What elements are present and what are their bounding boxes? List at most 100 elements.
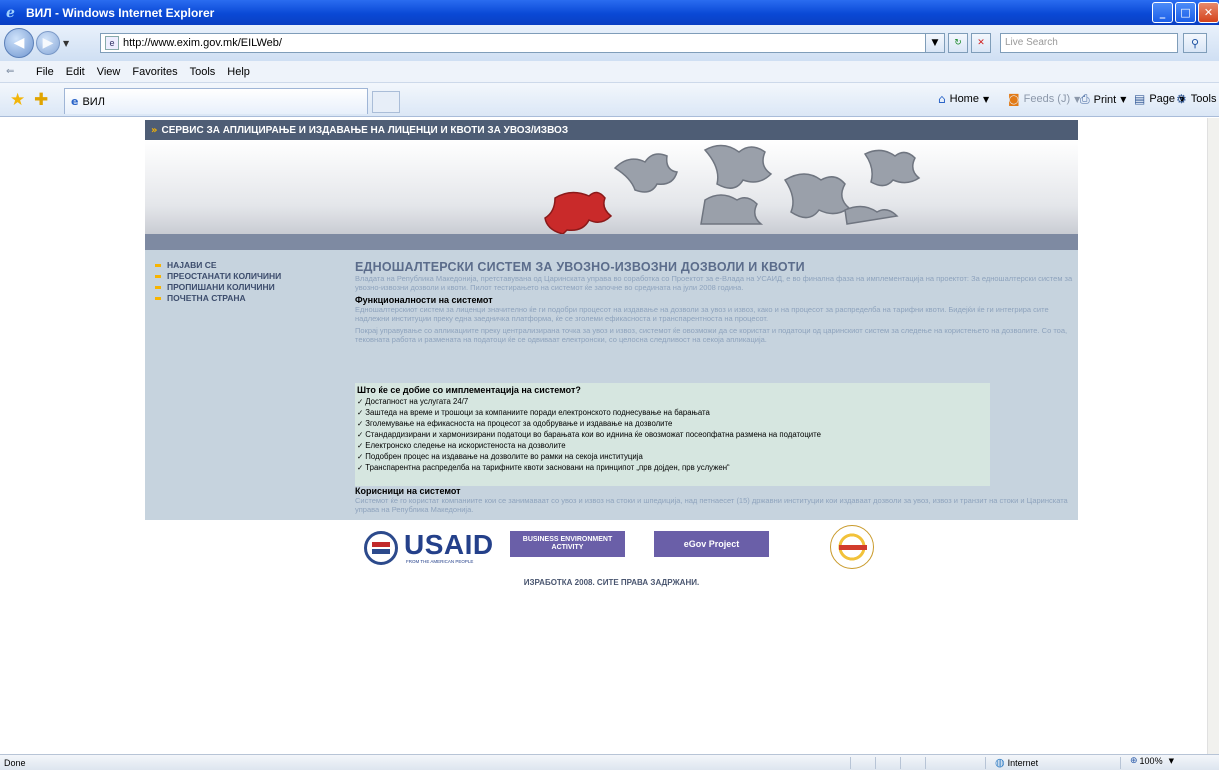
menu-edit[interactable]: Edit bbox=[66, 66, 85, 78]
stop-icon[interactable]: ✕ bbox=[971, 33, 991, 53]
usaid-seal-logo[interactable] bbox=[364, 531, 398, 565]
status-divider bbox=[850, 757, 851, 769]
refresh-icon[interactable]: ↻ bbox=[948, 33, 968, 53]
new-tab-button[interactable] bbox=[372, 91, 400, 113]
bea-logo[interactable]: BUSINESS ENVIRONMENT ACTIVITY bbox=[510, 531, 625, 557]
users-section: Корисници на системот Системот ќе го кор… bbox=[355, 486, 1075, 514]
zoom-level: 100% bbox=[1139, 756, 1163, 766]
nav-item-remaining-quantities[interactable]: ПРЕОСТАНАТИ КОЛИЧИНИ bbox=[155, 271, 335, 281]
chevron-down-icon[interactable]: ▼ bbox=[1120, 95, 1126, 104]
functionality-paragraph-1: Еднoшалтерскиот систем за лиценци значит… bbox=[355, 305, 1049, 323]
menu-tools[interactable]: Tools bbox=[190, 66, 216, 78]
benefit-text: Електронско следење на искористеноста на… bbox=[365, 441, 566, 450]
tab-label: ВИЛ bbox=[82, 95, 105, 108]
search-icon[interactable]: ⚲ bbox=[1183, 33, 1207, 53]
address-field[interactable]: e http://www.exim.gov.mk/EILWeb/ bbox=[100, 33, 940, 53]
nav-item-label[interactable]: НАЈАВИ СЕ bbox=[167, 260, 217, 270]
status-bar: Done ◍ Internet ⊕ 100% ▼ bbox=[0, 754, 1219, 770]
users-paragraph: Системот ќе го користат компаниите кои с… bbox=[355, 496, 1068, 514]
home-button[interactable]: ⌂ Home ▼ bbox=[938, 92, 989, 106]
vertical-scrollbar[interactable] bbox=[1207, 118, 1219, 754]
maximize-button[interactable]: □ bbox=[1175, 2, 1196, 23]
menu-help[interactable]: Help bbox=[227, 66, 250, 78]
address-url[interactable]: http://www.exim.gov.mk/EILWeb/ bbox=[123, 37, 282, 49]
checkmark-icon: ✓ bbox=[357, 463, 364, 472]
benefit-text: Заштеда на време и трошоци за компаниите… bbox=[365, 408, 710, 417]
list-item: ✓ Електронско следење на искористеноста н… bbox=[355, 440, 990, 451]
benefit-text: Зголемување на ефикасноста на процесот з… bbox=[365, 419, 673, 428]
address-dropdown-icon[interactable]: ▼ bbox=[925, 33, 945, 53]
list-item: ✓ Стандардизирани и хармонизирани податоц… bbox=[355, 429, 990, 440]
double-arrow-icon: » bbox=[151, 124, 158, 136]
usaid-tagline: FROM THE AMERICAN PEOPLE bbox=[406, 559, 474, 564]
minimize-button[interactable]: _ bbox=[1152, 2, 1173, 23]
menu-bar: ⇐ File Edit View Favorites Tools Help bbox=[0, 61, 1219, 83]
nav-item-label[interactable]: ПОЧЕТНА СТРАНА bbox=[167, 293, 246, 303]
benefit-text: Стандардизирани и хармонизирани податоци… bbox=[365, 430, 821, 439]
site-container: » СЕРВИС ЗА АПЛИЦИРАЊЕ И ИЗДАВАЊЕ НА ЛИЦ… bbox=[145, 120, 1078, 600]
tab-vil[interactable]: e ВИЛ bbox=[64, 88, 368, 114]
page-tab-icon: e bbox=[71, 95, 79, 108]
status-divider bbox=[900, 757, 901, 769]
zoom-control[interactable]: ⊕ 100% ▼ bbox=[1130, 756, 1174, 766]
print-label: Print bbox=[1093, 93, 1117, 106]
functionality-heading: Функционалности на системот bbox=[355, 295, 493, 305]
home-label: Home bbox=[949, 93, 979, 105]
chevron-down-icon[interactable]: ▼ bbox=[983, 95, 989, 104]
menu-favorites[interactable]: Favorites bbox=[132, 66, 177, 78]
egov-logo[interactable]: eGov Project bbox=[654, 531, 769, 557]
home-icon: ⌂ bbox=[938, 92, 946, 106]
list-item: ✓ Заштеда на време и трошоци за компаниит… bbox=[355, 407, 990, 418]
status-divider bbox=[1120, 757, 1121, 769]
list-item: ✓ Достапност на услугата 24/7 bbox=[355, 396, 990, 407]
nav-item-label[interactable]: ПРЕОСТАНАТИ КОЛИЧИНИ bbox=[167, 271, 281, 281]
intro-paragraph: Владата на Република Македонија, претста… bbox=[355, 274, 1073, 292]
security-zone[interactable]: ◍ Internet bbox=[995, 756, 1038, 769]
back-button[interactable]: ◀ bbox=[4, 28, 34, 58]
site-header: » СЕРВИС ЗА АПЛИЦИРАЊЕ И ИЗДАВАЊЕ НА ЛИЦ… bbox=[145, 120, 1078, 140]
tools-button[interactable]: ⚙ Tools bbox=[1176, 92, 1216, 106]
benefits-box: Што ќе се добие со имплементација на сис… bbox=[355, 383, 990, 486]
window-title: ВИЛ - Windows Internet Explorer bbox=[26, 5, 215, 20]
forward-button[interactable]: ▶ bbox=[36, 31, 60, 55]
print-button[interactable]: ⎙ Print ▼ bbox=[1080, 92, 1126, 107]
benefits-heading: Што ќе се добие со имплементација на сис… bbox=[357, 385, 581, 395]
main-content: ЕДНОШАЛТЕРСКИ СИСТЕМ ЗА УВОЗНО-ИЗВОЗНИ Д… bbox=[355, 260, 1075, 344]
left-navigation: НАЈАВИ СЕ ПРЕОСТАНАТИ КОЛИЧИНИ ПРОПИШАНИ… bbox=[155, 260, 335, 304]
checkmark-icon: ✓ bbox=[357, 419, 364, 428]
nav-item-login[interactable]: НАЈАВИ СЕ bbox=[155, 260, 335, 270]
menu-view[interactable]: View bbox=[97, 66, 121, 78]
internet-explorer-icon: ℯ bbox=[6, 4, 15, 21]
users-heading: Корисници на системот bbox=[355, 486, 461, 496]
feeds-button[interactable]: ◙ Feeds (J) ▼ bbox=[1008, 92, 1080, 106]
search-input[interactable]: Live Search bbox=[1000, 33, 1178, 53]
page-title: ЕДНОШАЛТЕРСКИ СИСТЕМ ЗА УВОЗНО-ИЗВОЗНИ Д… bbox=[355, 260, 805, 274]
menu-file[interactable]: File bbox=[36, 66, 54, 78]
history-dropdown-icon[interactable]: ▼ bbox=[63, 39, 75, 48]
copyright-footer: ИЗРАБОТКА 2008. СИТЕ ПРАВА ЗАДРЖАНИ. bbox=[523, 578, 700, 587]
close-button[interactable]: ✕ bbox=[1198, 2, 1219, 23]
add-favorite-icon[interactable]: ✚ bbox=[34, 90, 48, 110]
feeds-label: Feeds (J) bbox=[1023, 93, 1071, 105]
status-divider bbox=[875, 757, 876, 769]
nav-item-label[interactable]: ПРОПИШАНИ КОЛИЧИНИ bbox=[167, 282, 275, 292]
links-icon: ⇐ bbox=[6, 66, 15, 77]
list-item: ✓ Транспарентна распределба на тарифните … bbox=[355, 462, 990, 473]
usaid-logo[interactable]: USAID bbox=[404, 529, 494, 561]
checkmark-icon: ✓ bbox=[357, 441, 364, 450]
command-toolbar: ★ ✚ e ВИЛ ⌂ Home ▼ ◙ Feeds (J) ▼ ⎙ Print… bbox=[0, 83, 1219, 117]
benefit-text: Достапност на услугата 24/7 bbox=[365, 397, 469, 406]
nav-item-home-page[interactable]: ПОЧЕТНА СТРАНА bbox=[155, 293, 335, 303]
page-label: Page bbox=[1149, 93, 1176, 105]
list-item: ✓ Подобрен процес на издавање на дозволит… bbox=[355, 451, 990, 462]
site-header-title: СЕРВИС ЗА АПЛИЦИРАЊЕ И ИЗДАВАЊЕ НА ЛИЦЕН… bbox=[161, 124, 569, 136]
status-divider bbox=[925, 757, 926, 769]
globe-icon: ◍ bbox=[995, 756, 1005, 769]
status-text: Done bbox=[4, 757, 26, 768]
chevron-down-icon[interactable]: ▼ bbox=[1169, 757, 1174, 765]
page-icon: e bbox=[105, 36, 119, 50]
zoom-icon: ⊕ bbox=[1130, 756, 1138, 766]
favorites-center-icon[interactable]: ★ bbox=[10, 90, 25, 110]
customs-seal-logo[interactable] bbox=[830, 525, 874, 569]
nav-item-prescribed-quantities[interactable]: ПРОПИШАНИ КОЛИЧИНИ bbox=[155, 282, 335, 292]
